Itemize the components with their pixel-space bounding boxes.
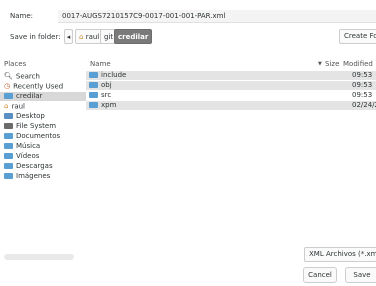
desktop-icon [4,113,13,119]
table-row[interactable]: include 09:53 [86,71,376,80]
breadcrumb-back-button[interactable]: ◂ [64,29,73,44]
breadcrumb-raul[interactable]: ⌂ raul [75,29,104,44]
breadcrumb-credilar[interactable]: credilar [114,29,153,44]
cancel-button[interactable]: Cancel [303,267,337,283]
place-item-credilar[interactable]: credilar [0,92,86,101]
file-name: xpm [101,101,117,109]
file-name: include [101,71,127,79]
folder-icon [4,153,13,159]
file-name: src [101,91,112,99]
search-icon: 🔍︎ [4,72,13,80]
place-item-musica[interactable]: Música [4,142,40,151]
place-item-raul[interactable]: ⌂ raul [4,102,25,111]
recent-icon: ◷ [4,82,11,90]
create-folder-button[interactable]: Create Fold [339,29,376,44]
table-row[interactable]: src 09:53 [86,91,376,100]
table-row[interactable]: obj 09:53 [86,81,376,90]
place-item-recent[interactable]: ◷ Recently Used [4,82,63,91]
folder-icon [4,133,13,139]
file-modified: 02/24/2 [352,101,376,109]
file-name: obj [101,81,112,89]
places-scrollbar[interactable] [4,254,74,260]
place-item-desktop[interactable]: Desktop [4,112,45,121]
place-item-videos[interactable]: Vídeos [4,152,39,161]
folder-icon [4,143,13,149]
place-item-filesystem[interactable]: File System [4,122,56,131]
column-name-header[interactable]: Name [90,60,111,68]
file-modified: 09:53 [352,71,373,79]
name-label: Name: [10,12,34,20]
file-modified: 09:53 [352,91,373,99]
folder-icon [89,92,98,98]
place-item-documentos[interactable]: Documentos [4,132,60,141]
places-sidebar: 🔍︎ Search ◷ Recently Used credilar ⌂ raul D… [0,58,86,268]
table-row[interactable]: xpm 02/24/2 [86,101,376,110]
folder-icon [4,93,13,99]
column-size-header[interactable]: Size [325,60,339,68]
arrow-left-icon: ◂ [66,33,71,41]
column-modified-header[interactable]: Modified [343,60,373,68]
home-icon: ⌂ [4,102,9,110]
file-type-filter[interactable]: XML Archivos (*.xml) [304,247,376,262]
folder-icon [4,173,13,179]
folder-icon [89,82,98,88]
file-name-input[interactable]: 0017-AUGS7210157C9-0017-001-001-PAR.xml [58,10,376,23]
place-item-descargas[interactable]: Descargas [4,162,53,171]
place-item-imagenes[interactable]: Imágenes [4,172,50,181]
folder-icon [89,102,98,108]
save-in-label: Save in folder: [10,33,61,41]
drive-icon [4,123,13,129]
place-item-search[interactable]: 🔍︎ Search [4,72,40,81]
sort-arrow-icon: ▼ [318,61,322,67]
folder-icon [89,72,98,78]
folder-icon [4,163,13,169]
save-button[interactable]: Save [345,267,376,283]
home-icon: ⌂ [79,33,84,41]
file-modified: 09:53 [352,81,373,89]
